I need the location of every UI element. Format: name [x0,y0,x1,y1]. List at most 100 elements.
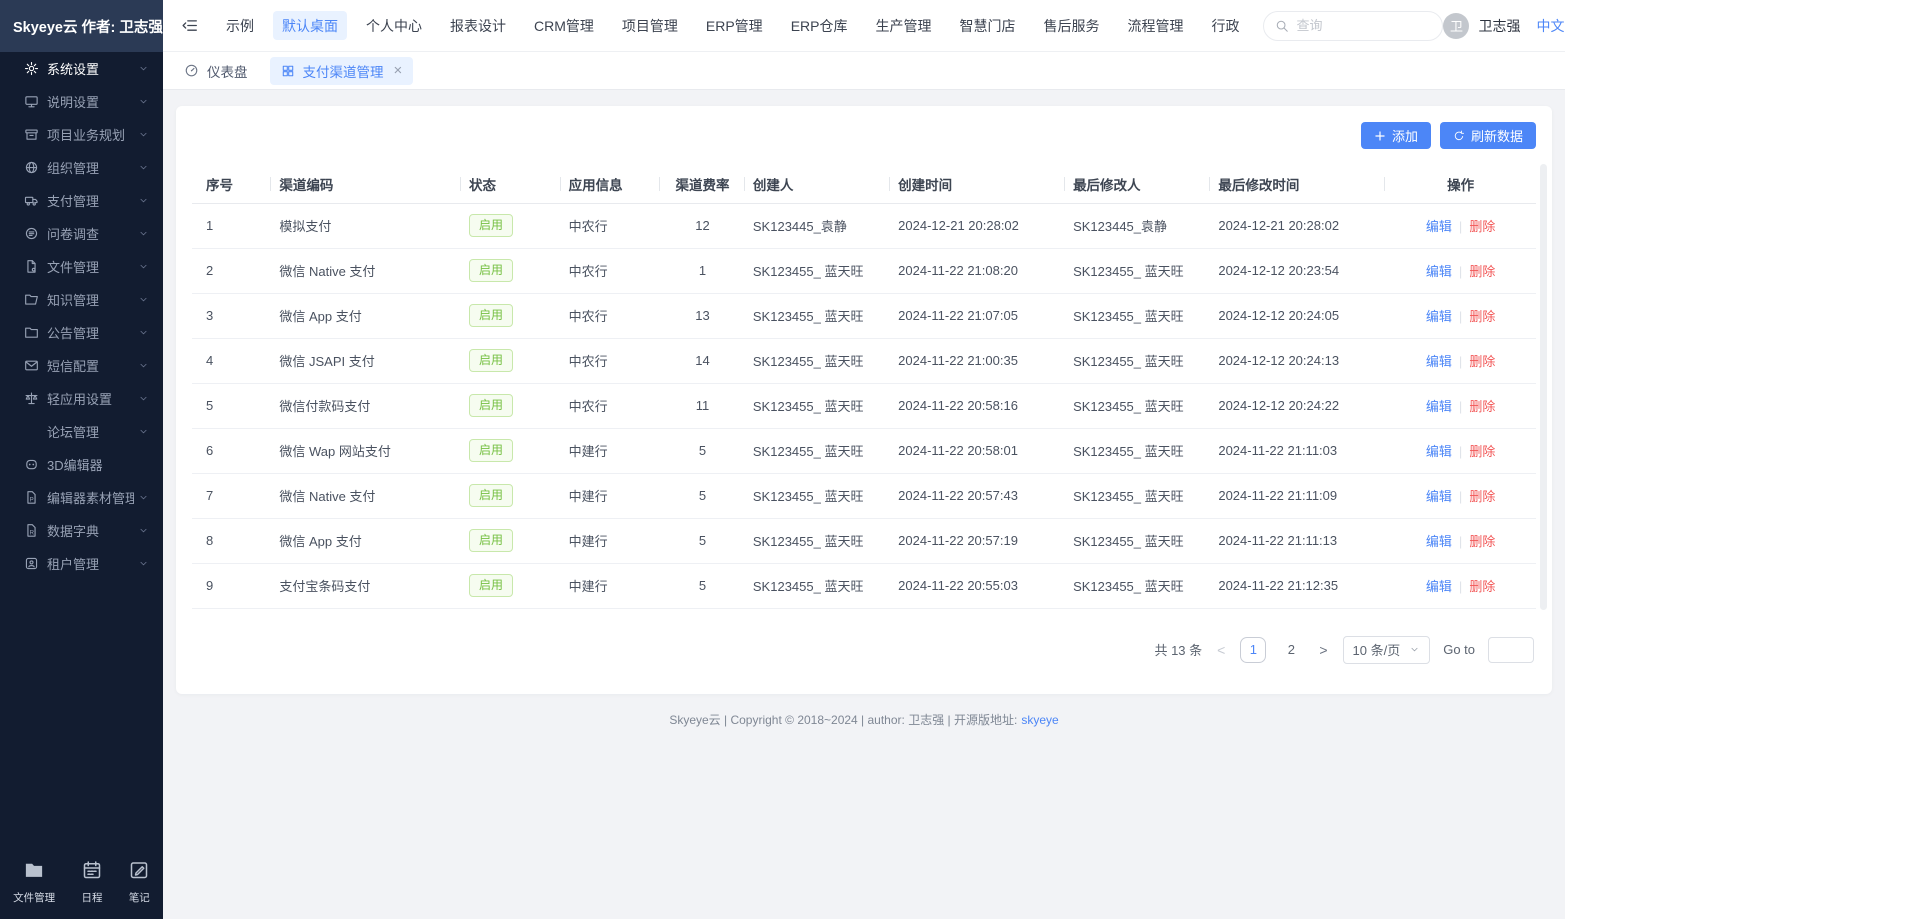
nav-item[interactable]: 智慧门店 [950,11,1024,40]
opensource-link[interactable]: skyeye [1021,713,1058,727]
chevron-down-icon [138,129,149,140]
delete-link[interactable]: 删除 [1469,579,1495,594]
delete-link[interactable]: 删除 [1469,444,1495,459]
calendar-icon [82,860,102,885]
sidebar-item[interactable]: 说明设置 [0,85,163,118]
edit-link[interactable]: 编辑 [1426,399,1452,414]
sidebar-footer-schedule[interactable]: 日程 [81,860,102,905]
nav-item[interactable]: 生产管理 [866,11,940,40]
chevron-down-icon [138,63,149,74]
search-box[interactable] [1263,11,1443,41]
sidebar-footer-files[interactable]: 文件管理 [13,860,55,905]
delete-link[interactable]: 删除 [1469,534,1495,549]
cell-modified-time: 2024-11-22 21:11:03 [1210,428,1385,473]
sidebar-item[interactable]: 问卷调查 [0,217,163,250]
cell-index: 4 [192,338,271,383]
column-header: 渠道费率 [660,165,745,203]
edit-link[interactable]: 编辑 [1426,534,1452,549]
delete-link[interactable]: 删除 [1469,354,1495,369]
cell-modified-time: 2024-12-21 20:28:02 [1210,203,1385,248]
edit-link[interactable]: 编辑 [1426,309,1452,324]
cell-index: 6 [192,428,271,473]
nav-item[interactable]: 流程管理 [1118,11,1192,40]
next-page-button[interactable]: > [1317,642,1329,658]
edit-link[interactable]: 编辑 [1426,579,1452,594]
sidebar-item[interactable]: P编辑器素材管理 [0,481,163,514]
delete-link[interactable]: 删除 [1469,309,1495,324]
user-menu[interactable]: 卫 卫志强 [1443,13,1520,39]
sidebar-item[interactable]: 公告管理 [0,316,163,349]
svg-text:R: R [30,529,35,536]
table-row: 7微信 Native 支付启用中建行5SK123455_ 蓝天旺2024-11-… [192,473,1536,518]
tab-dashboard[interactable]: 仪表盘 [184,61,248,81]
close-tab-icon[interactable]: × [394,63,403,78]
language-selector[interactable]: 中文 [1536,16,1565,36]
prev-page-button[interactable]: < [1215,642,1227,658]
divider: | [1459,219,1462,234]
nav-item[interactable]: 售后服务 [1034,11,1108,40]
delete-link[interactable]: 删除 [1469,489,1495,504]
nav-item[interactable]: ERP管理 [697,11,772,40]
sidebar-item[interactable]: 项目业务规划 [0,118,163,151]
edit-link[interactable]: 编辑 [1426,354,1452,369]
page-button-2[interactable]: 2 [1278,637,1304,663]
refresh-button[interactable]: 刷新数据 [1440,122,1536,149]
total-count: 共 13 条 [1154,640,1202,659]
collapse-sidebar-icon[interactable] [181,17,198,34]
nav-item[interactable]: CRM管理 [525,11,603,40]
nav-item[interactable]: 报表设计 [441,11,515,40]
table-row: 4微信 JSAPI 支付启用中农行14SK123455_ 蓝天旺2024-11-… [192,338,1536,383]
cell-modifier: SK123455_ 蓝天旺 [1065,473,1210,518]
sidebar-item[interactable]: 租户管理 [0,547,163,580]
sidebar-item[interactable]: 短信配置 [0,349,163,382]
cell-modified-time: 2024-12-12 20:23:54 [1210,248,1385,293]
status-badge: 启用 [469,214,513,237]
note-icon [129,860,149,885]
edit-link[interactable]: 编辑 [1426,444,1452,459]
sidebar-item[interactable]: R数据字典 [0,514,163,547]
page-size-select[interactable]: 10 条/页 [1343,636,1431,664]
goto-page-input[interactable] [1488,637,1534,663]
scales-icon [24,391,39,406]
cell-rate: 14 [660,338,745,383]
cell-actions: 编辑|删除 [1385,563,1536,608]
nav-item[interactable]: 示例 [217,11,263,40]
chevron-down-icon [138,426,149,437]
sidebar-item[interactable]: 论坛管理 [0,415,163,448]
table-scrollbar[interactable] [1540,164,1547,610]
edit-link[interactable]: 编辑 [1426,489,1452,504]
cell-created-time: 2024-12-21 20:28:02 [890,203,1065,248]
sidebar-footer-notes[interactable]: 笔记 [129,860,150,905]
search-input[interactable] [1296,18,1431,33]
cell-actions: 编辑 | 删除 [1385,203,1536,248]
table-toolbar: 添加 刷新数据 [192,122,1536,149]
page-button-1[interactable]: 1 [1240,637,1266,663]
cell-creator: SK123455_ 蓝天旺 [745,428,890,473]
sidebar-item[interactable]: 系统设置 [0,52,163,85]
nav-item[interactable]: 默认桌面 [273,11,347,40]
tenant-icon [24,556,39,571]
nav-item[interactable]: 项目管理 [613,11,687,40]
sidebar-item[interactable]: 知识管理 [0,283,163,316]
sidebar-item[interactable]: 组织管理 [0,151,163,184]
globe-icon [24,160,39,175]
nav-item[interactable]: ERP仓库 [782,11,857,40]
app-window: Skyeye云 作者: 卫志强 系统设置说明设置项目业务规划组织管理支付管理问卷… [0,0,1565,919]
nav-item[interactable]: 行政 [1202,11,1248,40]
delete-link[interactable]: 删除 [1469,219,1495,234]
edit-link[interactable]: 编辑 [1426,219,1452,234]
add-button[interactable]: 添加 [1361,122,1431,149]
truck-icon [24,193,39,208]
delete-link[interactable]: 删除 [1469,264,1495,279]
delete-link[interactable]: 删除 [1469,399,1495,414]
sidebar-item[interactable]: 轻应用设置 [0,382,163,415]
cell-index: 8 [192,518,271,563]
sidebar-item[interactable]: 支付管理 [0,184,163,217]
edit-link[interactable]: 编辑 [1426,264,1452,279]
sidebar-item[interactable]: 文件管理 [0,250,163,283]
tab-payment-channel[interactable]: 支付渠道管理 × [270,57,414,85]
nav-item[interactable]: 个人中心 [357,11,431,40]
status-badge: 启用 [469,484,513,507]
status-badge: 启用 [469,529,513,552]
sidebar-item[interactable]: 3D编辑器 [0,448,163,481]
